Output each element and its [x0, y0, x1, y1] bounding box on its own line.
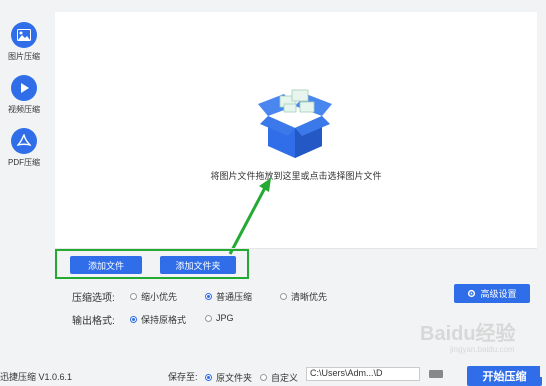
save-path-input[interactable]: C:\Users\Adm...\D	[306, 367, 420, 381]
sidebar-item-label: PDF压缩	[8, 158, 40, 167]
radio-label: 清晰优先	[291, 292, 328, 302]
radio-clarity-first[interactable]: 清晰优先	[280, 290, 327, 303]
radio-keep-format[interactable]: 保持原格式	[130, 313, 186, 326]
image-icon	[11, 22, 37, 48]
drop-zone[interactable]: 将图片文件拖放到这里或点击选择图片文件	[55, 12, 537, 248]
drop-hint-text: 将图片文件拖放到这里或点击选择图片文件	[210, 171, 382, 181]
advanced-settings-label: 高级设置	[480, 289, 517, 299]
radio-dot	[260, 374, 267, 381]
sidebar: 图片压缩 视频压缩 PDF压缩	[0, 0, 48, 377]
watermark-sub: jingyan.baidu.com	[449, 345, 515, 354]
sidebar-item-video-compress[interactable]: 视频压缩	[0, 75, 48, 115]
sidebar-item-image-compress[interactable]: 图片压缩	[0, 22, 48, 62]
add-folder-button[interactable]: 添加文件夹	[160, 256, 236, 274]
start-compress-button[interactable]: 开始压缩	[467, 366, 542, 386]
sidebar-item-pdf-compress[interactable]: PDF压缩	[0, 128, 48, 168]
play-icon	[11, 75, 37, 101]
advanced-settings-button[interactable]: 高级设置	[454, 284, 530, 303]
output-format-label: 输出格式:	[72, 316, 115, 327]
radio-label: 原文件夹	[216, 373, 253, 383]
add-file-button[interactable]: 添加文件	[70, 256, 142, 274]
watermark: Baidu经验 jingyan.baidu.com	[420, 321, 516, 354]
radio-label: 普通压缩	[216, 292, 253, 302]
compress-options-label: 压缩选项:	[72, 293, 115, 304]
radio-custom-folder[interactable]: 自定义	[260, 371, 298, 384]
radio-label: JPG	[216, 313, 234, 323]
sidebar-item-label: 图片压缩	[8, 52, 40, 61]
pdf-icon	[11, 128, 37, 154]
radio-label: 自定义	[271, 373, 299, 383]
radio-original-folder[interactable]: 原文件夹	[205, 371, 252, 384]
watermark-text: Baidu经验	[420, 321, 516, 345]
radio-dot	[130, 293, 137, 300]
radio-dot	[130, 316, 137, 323]
radio-dot	[280, 293, 287, 300]
radio-dot	[205, 314, 212, 322]
open-box-icon	[258, 89, 332, 158]
radio-jpg[interactable]: JPG	[205, 313, 234, 323]
sidebar-item-label: 视频压缩	[8, 105, 40, 114]
window-edge	[540, 0, 546, 377]
radio-dot	[205, 293, 212, 300]
gear-icon	[468, 289, 476, 298]
radio-smaller-first[interactable]: 缩小优先	[130, 290, 177, 303]
radio-label: 缩小优先	[141, 292, 178, 302]
radio-normal-compress[interactable]: 普通压缩	[205, 290, 252, 303]
radio-dot	[205, 374, 212, 381]
annotation-arrow	[228, 178, 271, 255]
radio-label: 保持原格式	[141, 315, 187, 325]
